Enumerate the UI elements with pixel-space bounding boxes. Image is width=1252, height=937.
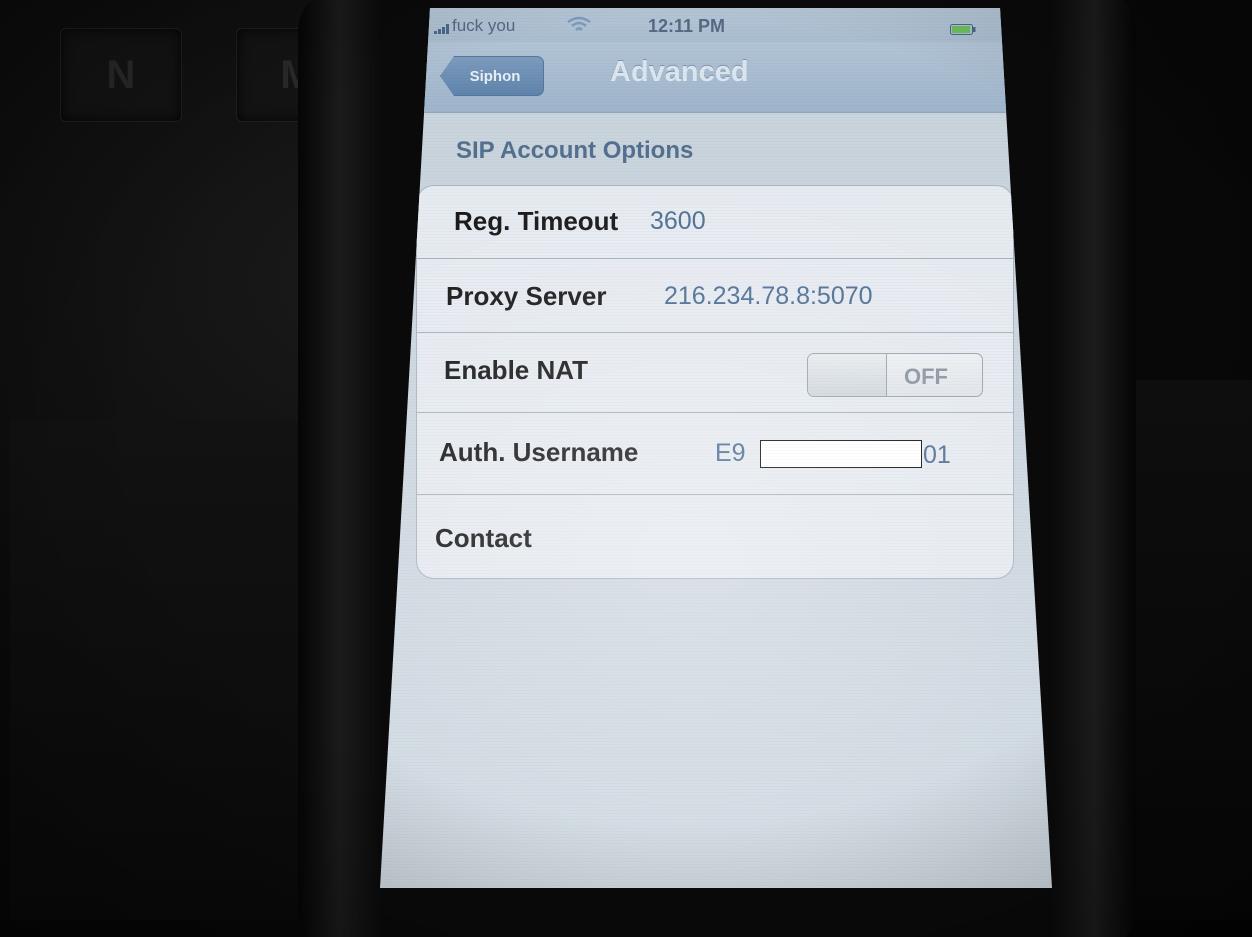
settings-group: Reg. Timeout 3600 Proxy Server 216.234.7… [416, 185, 1014, 579]
enable-nat-label: Enable NAT [444, 355, 588, 385]
photo: N M fuck you 12:11 PM Siphon Advanced SI… [0, 0, 1252, 937]
signal-strength-icon [434, 24, 449, 34]
battery-icon [950, 24, 976, 35]
section-header: SIP Account Options [456, 137, 694, 164]
row-auth-username[interactable]: Auth. Username E9 01 [417, 413, 1013, 495]
carrier-name: fuck you [452, 16, 516, 35]
auth-username-label: Auth. Username [439, 437, 639, 467]
proxy-server-field[interactable]: 216.234.78.8:5070 [664, 282, 873, 311]
background-device-left [10, 420, 300, 920]
row-contact[interactable]: Contact [417, 495, 1013, 578]
wifi-icon [567, 16, 591, 31]
nav-title: Advanced [610, 56, 749, 88]
toggle-state-label: OFF [904, 364, 948, 389]
row-enable-nat: Enable NAT OFF [417, 333, 1013, 413]
reg-timeout-label: Reg. Timeout [454, 206, 619, 236]
row-proxy-server[interactable]: Proxy Server 216.234.78.8:5070 [417, 259, 1013, 333]
redaction-box [760, 440, 922, 468]
proxy-server-label: Proxy Server [446, 281, 607, 311]
contact-label: Contact [435, 523, 532, 553]
row-reg-timeout[interactable]: Reg. Timeout 3600 [417, 186, 1013, 259]
reg-timeout-field[interactable]: 3600 [650, 207, 706, 236]
status-clock: 12:11 PM [648, 16, 726, 36]
auth-username-suffix[interactable]: 01 [923, 441, 951, 470]
auth-username-prefix[interactable]: E9 [715, 439, 746, 468]
enable-nat-toggle[interactable]: OFF [807, 353, 983, 397]
keyboard-key-n: N [60, 28, 182, 122]
toggle-knob [808, 354, 887, 396]
back-button[interactable]: Siphon [440, 56, 544, 96]
